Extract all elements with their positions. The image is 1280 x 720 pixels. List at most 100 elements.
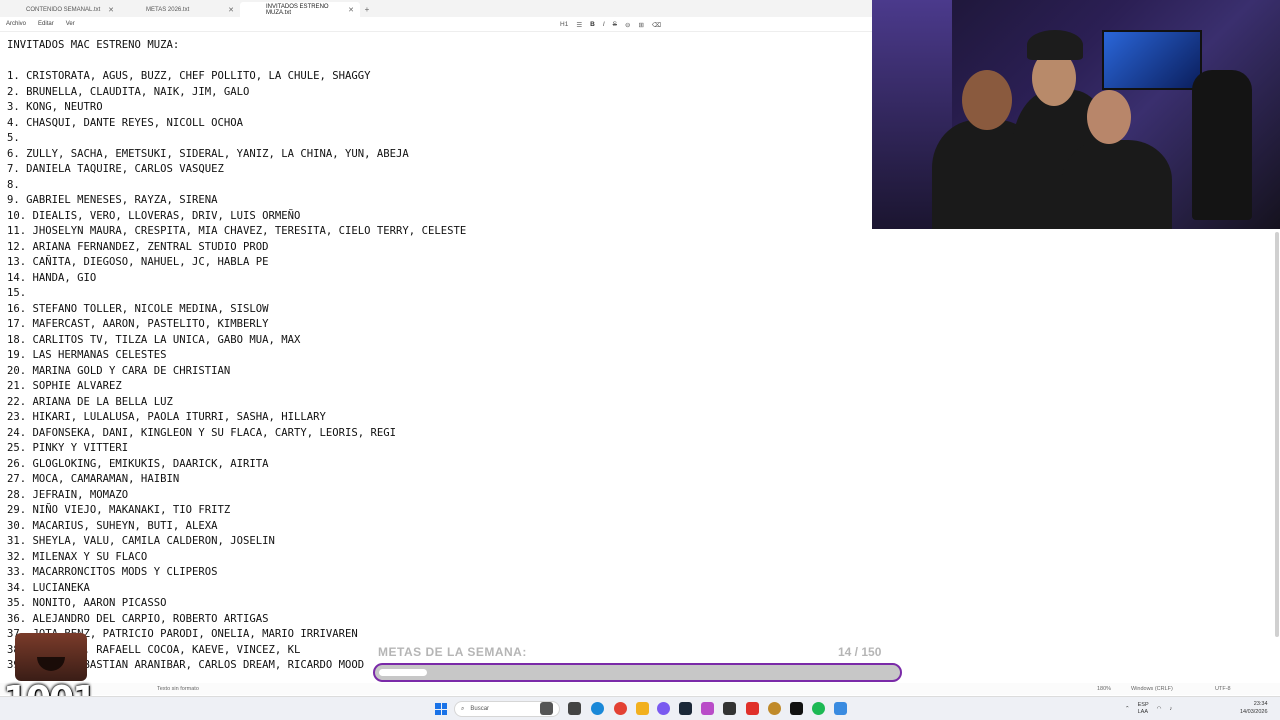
goal-title: METAS DE LA SEMANA: bbox=[378, 645, 527, 659]
close-icon[interactable]: ✕ bbox=[228, 6, 234, 14]
editor-line[interactable]: 14. HANDA, GIO bbox=[7, 271, 867, 287]
tab-contenido-semanal[interactable]: CONTENIDO SEMANAL.txt ✕ bbox=[0, 2, 120, 17]
search-icon: ⌕ bbox=[461, 705, 465, 712]
editor-line[interactable]: 17. MAFERCAST, AARON, PASTELITO, KIMBERL… bbox=[7, 317, 867, 333]
edge-icon[interactable] bbox=[591, 702, 604, 715]
editor-line[interactable]: 2. BRUNELLA, CLAUDITA, NAIK, JIM, GALO bbox=[7, 85, 867, 101]
editor-line[interactable]: 16. STEFANO TOLLER, NICOLE MEDINA, SISLO… bbox=[7, 302, 867, 318]
editor-line[interactable] bbox=[7, 54, 867, 70]
editor-line[interactable]: 6. ZULLY, SACHA, EMETSUKI, SIDERAL, YANI… bbox=[7, 147, 867, 163]
editor-line[interactable]: 28. JEFRAIN, MOMAZO bbox=[7, 488, 867, 504]
spotify-icon[interactable] bbox=[812, 702, 825, 715]
editor-line[interactable]: 9. GABRIEL MENESES, RAYZA, SIRENA bbox=[7, 193, 867, 209]
list-icon[interactable]: ☰ bbox=[576, 21, 582, 29]
person-right bbox=[1062, 140, 1172, 229]
italic-button[interactable]: I bbox=[603, 21, 605, 28]
language-indicator[interactable]: ESP LAA bbox=[1138, 702, 1149, 716]
file-explorer-icon[interactable] bbox=[636, 702, 649, 715]
editor-line[interactable]: 34. LUCIANEKA bbox=[7, 581, 867, 597]
editor-line[interactable]: 31. SHEYLA, VALU, CAMILA CALDERON, JOSEL… bbox=[7, 534, 867, 550]
text-editor[interactable]: INVITADOS MAC ESTRENO MUZA: 1. CRISTORATA… bbox=[7, 38, 867, 674]
editor-line[interactable]: 11. JHOSELYN MAURA, CRESPITA, MIA CHAVEZ… bbox=[7, 224, 867, 240]
editor-line[interactable]: 19. LAS HERMANAS CELESTES bbox=[7, 348, 867, 364]
tab-label: CONTENIDO SEMANAL.txt bbox=[26, 6, 101, 13]
menu-bar: Archivo Editar Ver H1 ☰ B I S ⊖ ⊞ ⌫ bbox=[0, 17, 872, 32]
chevron-up-icon[interactable]: ⌃ bbox=[1125, 706, 1130, 712]
widgets-icon[interactable] bbox=[540, 702, 553, 715]
line-ending[interactable]: Windows (CRLF) bbox=[1131, 686, 1173, 692]
editor-line[interactable]: 4. CHASQUI, DANTE REYES, NICOLL OCHOA bbox=[7, 116, 867, 132]
editor-line[interactable]: 33. MACARRONCITOS MODS Y CLIPEROS bbox=[7, 565, 867, 581]
app-icon[interactable] bbox=[746, 702, 759, 715]
editor-line[interactable]: 22. ARIANA DE LA BELLA LUZ bbox=[7, 395, 867, 411]
editor-line[interactable]: 37. JOTA BENZ, PATRICIO PARODI, ONELIA, … bbox=[7, 627, 867, 643]
editor-line[interactable]: 1. CRISTORATA, AGUS, BUZZ, CHEF POLLITO,… bbox=[7, 69, 867, 85]
editor-line[interactable]: 5. bbox=[7, 131, 867, 147]
background-monitor bbox=[1102, 30, 1202, 90]
system-tray: ⌃ ESP LAA ◠ ♪ bbox=[1125, 702, 1172, 716]
editor-line[interactable]: 21. SOPHIE ALVAREZ bbox=[7, 379, 867, 395]
tab-invitados-estreno-muza[interactable]: INVITADOS ESTRENO MUZA.txt ✕ bbox=[240, 2, 360, 17]
encoding[interactable]: UTF-8 bbox=[1215, 686, 1231, 692]
editor-line[interactable]: 15. bbox=[7, 286, 867, 302]
menu-archivo[interactable]: Archivo bbox=[6, 21, 26, 27]
vertical-scrollbar[interactable] bbox=[1275, 232, 1279, 637]
app-icon[interactable] bbox=[701, 702, 714, 715]
steam-icon[interactable] bbox=[679, 702, 692, 715]
zoom-level[interactable]: 180% bbox=[1097, 686, 1111, 692]
new-tab-icon[interactable]: + bbox=[360, 2, 374, 17]
clock-time: 23:34 bbox=[1253, 701, 1268, 707]
editor-line[interactable]: 7. DANIELA TAQUIRE, CARLOS VASQUEZ bbox=[7, 162, 867, 178]
editor-line[interactable]: 36. ALEJANDRO DEL CARPIO, ROBERTO ARTIGA… bbox=[7, 612, 867, 628]
editor-line[interactable]: 26. GLOGLOKING, EMIKUKIS, DAARICK, AIRIT… bbox=[7, 457, 867, 473]
chrome-icon[interactable] bbox=[614, 702, 627, 715]
format-label[interactable]: Texto sin formato bbox=[157, 686, 199, 692]
editor-status-bar: Texto sin formato 180% Windows (CRLF) UT… bbox=[0, 683, 1280, 695]
link-icon[interactable]: ⊖ bbox=[625, 21, 630, 29]
windows-taskbar: ⌕ Buscar ⌃ ESP LAA ◠ ♪ 23:34 14/03/2026 bbox=[0, 696, 1280, 720]
editor-line[interactable]: 10. DIEALIS, VERO, LLOVERAS, DRIV, LUIS … bbox=[7, 209, 867, 225]
editor-line[interactable]: 32. MILENAX Y SU FLACO bbox=[7, 550, 867, 566]
webcam-overlay bbox=[872, 0, 1280, 229]
wifi-icon[interactable]: ◠ bbox=[1157, 706, 1162, 712]
editor-line[interactable]: 13. CAÑITA, DIEGOSO, NAHUEL, JC, HABLA P… bbox=[7, 255, 867, 271]
goal-progress-fill bbox=[379, 669, 427, 676]
person-right-head bbox=[1087, 90, 1131, 144]
editor-line[interactable]: 25. PINKY Y VITTERI bbox=[7, 441, 867, 457]
app-icon[interactable] bbox=[768, 702, 781, 715]
volume-icon[interactable]: ♪ bbox=[1169, 706, 1172, 712]
tab-label: METAS 2026.txt bbox=[146, 6, 190, 13]
menu-editar[interactable]: Editar bbox=[38, 21, 54, 27]
editor-line[interactable]: 29. NIÑO VIEJO, MAKANAKI, TIO FRITZ bbox=[7, 503, 867, 519]
editor-line[interactable]: 23. HIKARI, LULALUSA, PAOLA ITURRI, SASH… bbox=[7, 410, 867, 426]
bold-button[interactable]: B bbox=[590, 21, 595, 28]
editor-line[interactable]: 27. MOCA, CAMARAMAN, HAIBIN bbox=[7, 472, 867, 488]
strikethrough-button[interactable]: S bbox=[613, 21, 617, 28]
editor-line[interactable]: INVITADOS MAC ESTRENO MUZA: bbox=[7, 38, 867, 54]
heading-dropdown[interactable]: H1 bbox=[560, 21, 568, 28]
editor-line[interactable]: 8. bbox=[7, 178, 867, 194]
editor-line[interactable]: 20. MARINA GOLD Y CARA DE CHRISTIAN bbox=[7, 364, 867, 380]
app-icon[interactable] bbox=[657, 702, 670, 715]
menu-ver[interactable]: Ver bbox=[66, 21, 75, 27]
editor-line[interactable]: 24. DAFONSEKA, DANI, KINGLEON Y SU FLACA… bbox=[7, 426, 867, 442]
editor-line[interactable]: 3. KONG, NEUTRO bbox=[7, 100, 867, 116]
notepad-icon[interactable] bbox=[834, 702, 847, 715]
windows-start-icon[interactable] bbox=[435, 703, 447, 715]
app-icon[interactable] bbox=[723, 702, 736, 715]
clear-format-icon[interactable]: ⌫ bbox=[652, 21, 661, 29]
clock-date: 14/03/2026 bbox=[1240, 709, 1268, 715]
editor-line[interactable]: 35. NONITO, AARON PICASSO bbox=[7, 596, 867, 612]
tab-metas-2026[interactable]: METAS 2026.txt ✕ bbox=[120, 2, 240, 17]
close-icon[interactable]: ✕ bbox=[108, 6, 114, 14]
terminal-icon[interactable] bbox=[790, 702, 803, 715]
table-icon[interactable]: ⊞ bbox=[638, 21, 643, 29]
tab-label: INVITADOS ESTRENO MUZA.txt bbox=[266, 3, 329, 16]
editor-line[interactable]: 12. ARIANA FERNANDEZ, ZENTRAL STUDIO PRO… bbox=[7, 240, 867, 256]
close-icon[interactable]: ✕ bbox=[348, 6, 354, 14]
task-view-icon[interactable] bbox=[568, 702, 581, 715]
editor-line[interactable]: 18. CARLITOS TV, TILZA LA UNICA, GABO MU… bbox=[7, 333, 867, 349]
goal-count: 14 / 150 bbox=[838, 645, 882, 659]
taskbar-clock[interactable]: 23:34 14/03/2026 bbox=[1240, 700, 1268, 716]
editor-line[interactable]: 30. MACARIUS, SUHEYN, BUTI, ALEXA bbox=[7, 519, 867, 535]
